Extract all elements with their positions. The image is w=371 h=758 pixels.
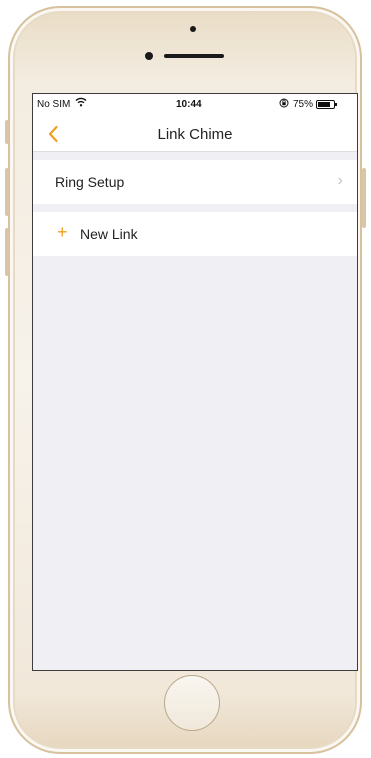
navigation-bar: Link Chime	[33, 116, 357, 152]
page-title: Link Chime	[157, 126, 233, 143]
volume-down-button	[5, 228, 9, 276]
chevron-right-icon: ›	[337, 172, 343, 189]
battery-fill	[318, 102, 330, 107]
front-camera	[145, 52, 153, 60]
wifi-icon	[75, 97, 87, 110]
battery-icon	[316, 100, 337, 109]
battery-percent: 75%	[293, 99, 314, 110]
status-bar: No SIM 10:44 75%	[33, 94, 357, 116]
carrier-label: No SIM	[37, 99, 71, 110]
plus-icon: +	[57, 222, 68, 242]
volume-up-button	[5, 168, 9, 216]
ring-setup-row[interactable]: Ring Setup ›	[33, 160, 357, 204]
proximity-sensor	[190, 26, 196, 32]
home-button[interactable]	[164, 675, 220, 731]
new-link-label: New Link	[80, 226, 138, 242]
phone-screen: No SIM 10:44 75% Link Chime Ring Setup ›…	[32, 93, 358, 671]
status-time: 10:44	[176, 99, 202, 110]
new-link-row[interactable]: + New Link	[33, 212, 357, 256]
mute-switch	[5, 120, 9, 144]
ring-setup-label: Ring Setup	[55, 174, 125, 190]
earpiece-speaker	[164, 54, 224, 58]
orientation-lock-icon	[279, 98, 289, 111]
battery-tip	[335, 103, 337, 106]
power-button	[362, 168, 366, 228]
